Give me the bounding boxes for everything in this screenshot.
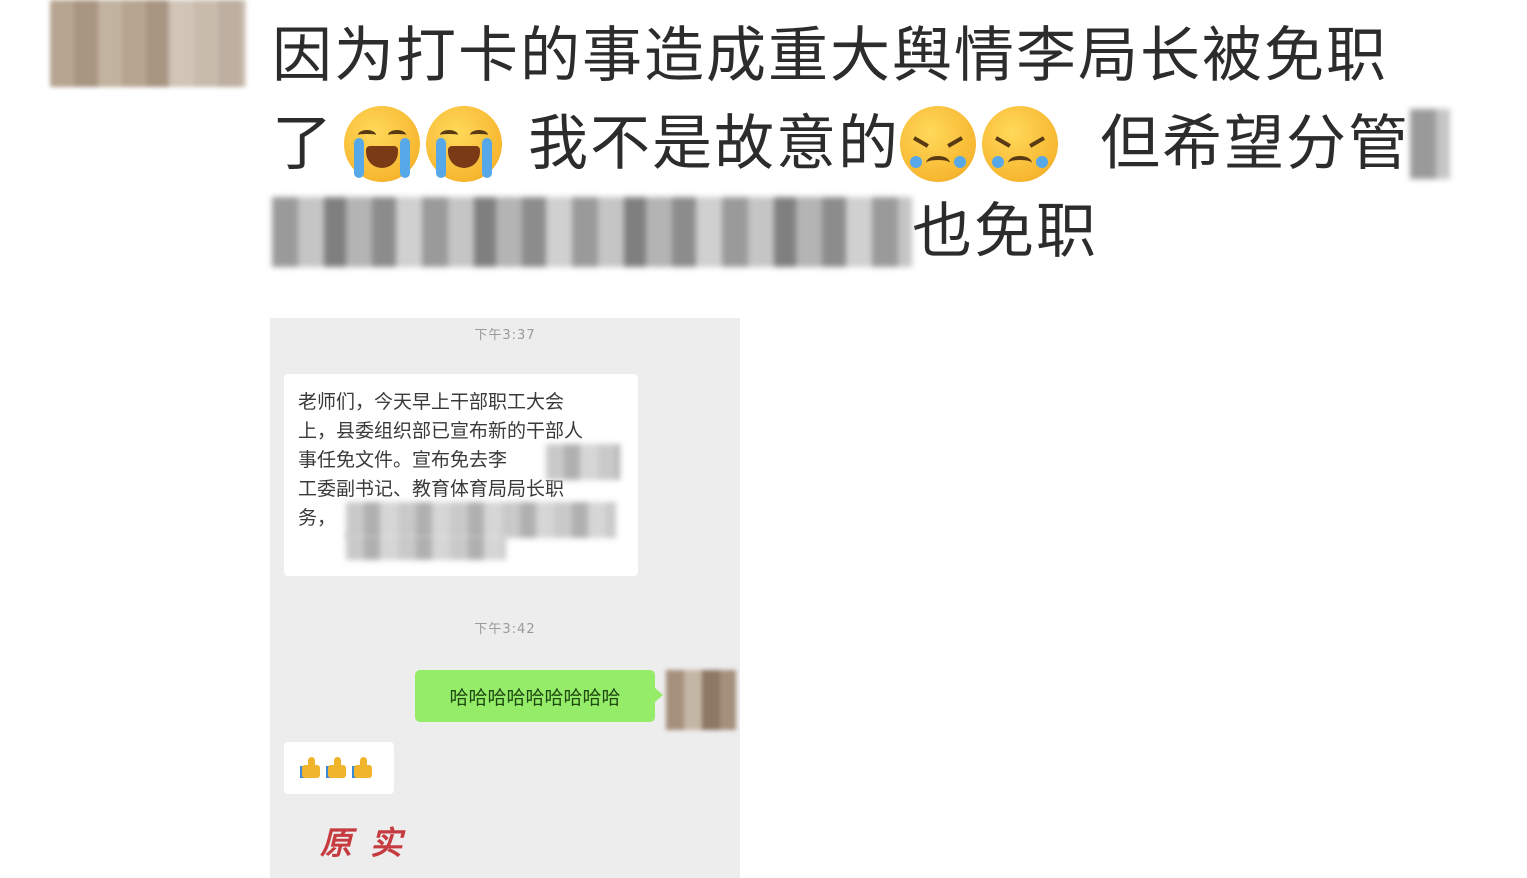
- post-line-3: 也免职: [272, 188, 1527, 276]
- post-line-1-text: 因为打卡的事造成重大舆情李局长被免职: [272, 21, 1388, 91]
- post-line-2-text-b: 我不是故意的: [528, 109, 900, 179]
- redacted-block: [546, 444, 620, 480]
- post-body: 因为打卡的事造成重大舆情李局长被免职 了 我不是故意的 但希望分管 也免职: [272, 12, 1527, 276]
- post-line-2: 了 我不是故意的 但希望分管: [272, 100, 1527, 188]
- redacted-block: [272, 197, 912, 267]
- chat-timestamp: 下午3:42: [474, 622, 536, 637]
- chat-screenshot-image[interactable]: 下午3:37 老师们，今天早上干部职工大会 上，县委组织部已宣布新的干部人 事任…: [270, 318, 740, 878]
- loudly-crying-face-icon: [344, 106, 420, 182]
- redacted-block: [346, 534, 506, 560]
- thumbs-up-icon: [300, 757, 322, 779]
- redacted-block: [346, 502, 616, 538]
- incoming-thumbs-up-bubble: [284, 742, 394, 794]
- red-seal-stamp: 原实: [320, 824, 421, 862]
- outgoing-message-bubble: 哈哈哈哈哈哈哈哈哈: [415, 670, 663, 722]
- incoming-message-bubble: 老师们，今天早上干部职工大会 上，县委组织部已宣布新的干部人 事任免文件。宣布免…: [284, 374, 638, 576]
- post-line-2-text-a: 了: [272, 109, 334, 179]
- angry-crying-face-icon: [900, 106, 976, 182]
- redacted-block: [1410, 109, 1450, 179]
- loudly-crying-face-icon: [426, 106, 502, 182]
- thumbs-up-icon: [326, 757, 348, 779]
- post-line-1: 因为打卡的事造成重大舆情李局长被免职: [272, 12, 1527, 100]
- thumbs-up-icon: [352, 757, 374, 779]
- post-line-2-text-c: 但希望分管: [1100, 109, 1410, 179]
- chat-avatar: [666, 670, 736, 730]
- post-line-3-text: 也免职: [912, 197, 1098, 267]
- chat-timestamp: 下午3:37: [474, 328, 536, 343]
- angry-crying-face-icon: [982, 106, 1058, 182]
- poster-avatar[interactable]: [50, 0, 246, 87]
